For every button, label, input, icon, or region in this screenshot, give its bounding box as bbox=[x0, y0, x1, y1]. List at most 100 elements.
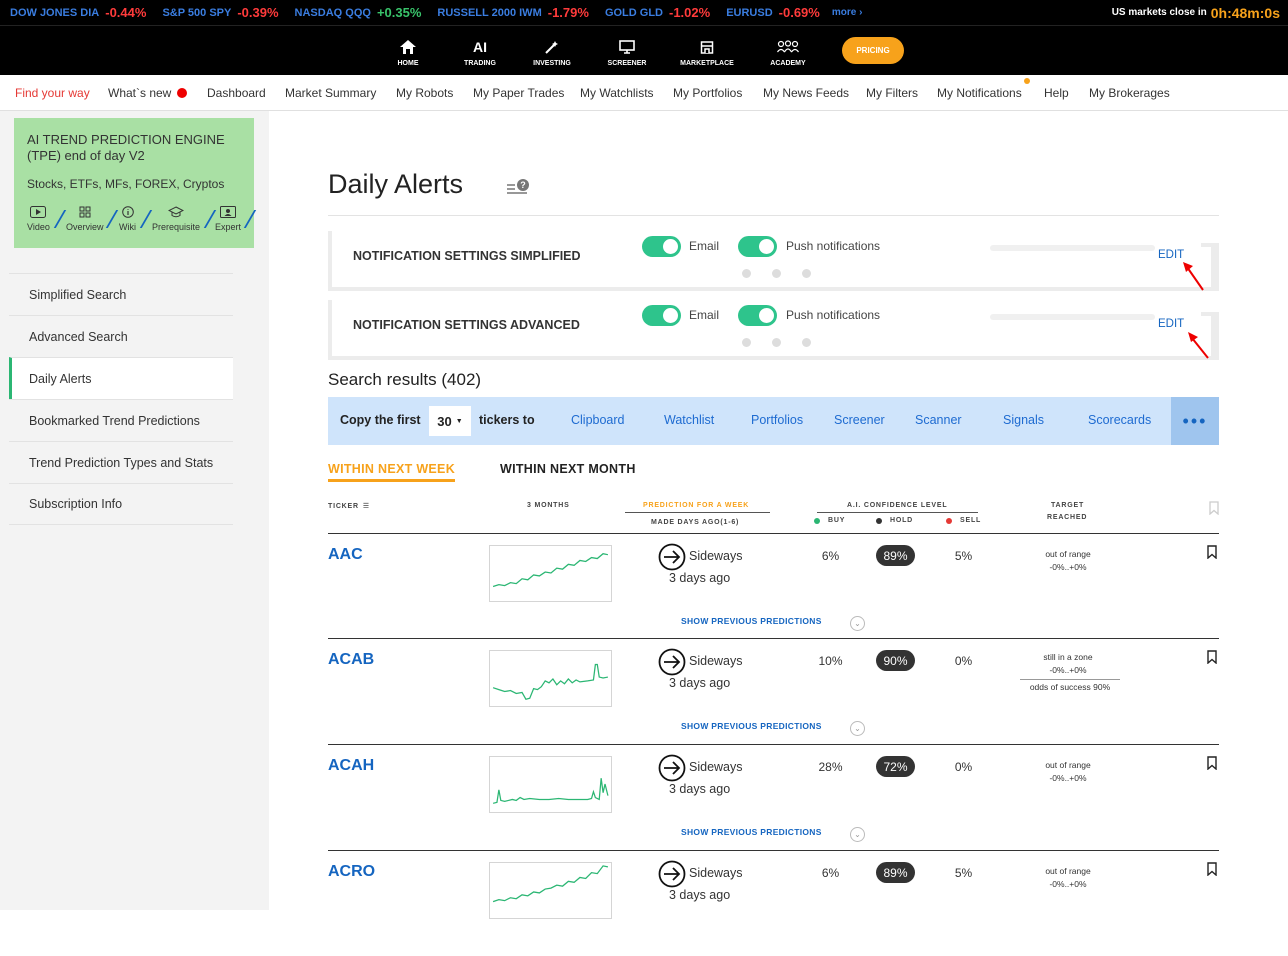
carousel-dot[interactable] bbox=[742, 269, 751, 278]
ticker-item-gold[interactable]: GOLD GLD -1.02% bbox=[605, 5, 710, 20]
bookmark-icon[interactable] bbox=[1207, 650, 1217, 664]
home-icon bbox=[400, 36, 416, 58]
nav-trading[interactable]: AI TRADING bbox=[445, 26, 515, 76]
prediction-direction: Sideways bbox=[689, 760, 743, 774]
sparkline-chart[interactable] bbox=[489, 650, 612, 707]
copy-to-watchlist-link[interactable]: Watchlist bbox=[664, 413, 714, 427]
subnav-my-filters[interactable]: My Filters bbox=[866, 76, 918, 110]
more-options-button[interactable]: ••• bbox=[1171, 397, 1219, 445]
carousel-dot[interactable] bbox=[742, 338, 751, 347]
ticker-symbol-link[interactable]: ACRO bbox=[328, 863, 375, 881]
ticker-symbol-link[interactable]: AAC bbox=[328, 546, 363, 564]
pricing-button[interactable]: PRICING bbox=[842, 37, 904, 64]
ticker-item-sp500[interactable]: S&P 500 SPY -0.39% bbox=[162, 5, 278, 20]
sort-icon: ☰ bbox=[362, 503, 370, 510]
hold-confidence-badge: 89% bbox=[876, 862, 915, 883]
subnav-help[interactable]: Help bbox=[1044, 76, 1069, 110]
sideways-arrow-icon bbox=[658, 648, 686, 676]
bookmark-header-icon[interactable] bbox=[1209, 501, 1219, 515]
bookmark-icon[interactable] bbox=[1207, 862, 1217, 876]
nav-screener[interactable]: SCREENER bbox=[592, 26, 662, 76]
column-header-ticker[interactable]: TICKER ☰ bbox=[328, 502, 370, 510]
ticker-item-russell[interactable]: RUSSELL 2000 IWM -1.79% bbox=[437, 5, 589, 20]
ticker-change: -0.44% bbox=[105, 5, 147, 20]
email-toggle[interactable] bbox=[642, 236, 681, 257]
subnav-my-portfolios[interactable]: My Portfolios bbox=[673, 76, 742, 110]
sidebar-item-subscription-info[interactable]: Subscription Info bbox=[9, 483, 233, 525]
promo-link-prerequisite[interactable]: Prerequisite bbox=[152, 206, 200, 232]
copy-to-scorecards-link[interactable]: Scorecards bbox=[1088, 413, 1151, 427]
sidebar-item-daily-alerts[interactable]: Daily Alerts bbox=[9, 357, 233, 399]
subnav-whats-new[interactable]: What`s new bbox=[108, 76, 188, 110]
copy-to-clipboard-link[interactable]: Clipboard bbox=[571, 413, 625, 427]
subnav-my-brokerages[interactable]: My Brokerages bbox=[1089, 76, 1170, 110]
sideways-arrow-icon bbox=[658, 543, 686, 571]
main-nav: HOME AI TRADING INVESTING SCREENER MARKE… bbox=[0, 25, 1288, 75]
ticker-count-select[interactable]: 30 ▼ bbox=[429, 406, 471, 436]
sidebar-item-simplified-search[interactable]: Simplified Search bbox=[9, 273, 233, 315]
promo-link-overview-label: Overview bbox=[66, 222, 104, 232]
subnav-market-summary[interactable]: Market Summary bbox=[285, 76, 376, 110]
help-list-icon[interactable]: ? bbox=[507, 177, 531, 197]
nav-marketplace[interactable]: MARKETPLACE bbox=[672, 26, 742, 76]
edit-advanced-button[interactable]: EDIT bbox=[1158, 318, 1184, 330]
sparkline-chart[interactable] bbox=[489, 756, 612, 813]
promo-link-overview[interactable]: Overview bbox=[66, 206, 104, 232]
notification-indicator-dot bbox=[1023, 78, 1030, 84]
tpe-promo-card[interactable]: AI TREND PREDICTION ENGINE (TPE) end of … bbox=[14, 118, 257, 248]
prediction-made-ago: 3 days ago bbox=[669, 888, 731, 902]
nav-investing[interactable]: INVESTING bbox=[517, 26, 587, 76]
email-toggle[interactable] bbox=[642, 305, 681, 326]
promo-link-expert[interactable]: Expert bbox=[215, 206, 241, 232]
ticker-symbol-link[interactable]: ACAH bbox=[328, 757, 374, 775]
red-arrow-icon bbox=[1183, 262, 1204, 291]
ticker-item-eurusd[interactable]: EURUSD -0.69% bbox=[726, 5, 820, 20]
subnav-dashboard[interactable]: Dashboard bbox=[207, 76, 266, 110]
push-notifications-toggle[interactable] bbox=[738, 236, 777, 257]
sidebar-item-bookmarked[interactable]: Bookmarked Trend Predictions bbox=[9, 399, 233, 441]
copy-to-scanner-link[interactable]: Scanner bbox=[915, 413, 962, 427]
sparkline-chart[interactable] bbox=[489, 545, 612, 602]
legend-sell: SELL bbox=[946, 517, 981, 524]
chevron-down-icon[interactable]: ⌄ bbox=[850, 827, 865, 842]
subnav-my-news-feeds[interactable]: My News Feeds bbox=[763, 76, 849, 110]
sparkline-chart[interactable] bbox=[489, 862, 612, 919]
promo-link-wiki[interactable]: Wiki bbox=[119, 206, 136, 232]
ticker-symbol-link[interactable]: ACAB bbox=[328, 651, 374, 669]
copy-to-signals-link[interactable]: Signals bbox=[1003, 413, 1044, 427]
tab-within-next-week[interactable]: WITHIN NEXT WEEK bbox=[328, 462, 456, 482]
chevron-down-icon[interactable]: ⌄ bbox=[850, 721, 865, 736]
copy-to-screener-link[interactable]: Screener bbox=[834, 413, 885, 427]
nav-home[interactable]: HOME bbox=[373, 26, 443, 76]
push-notifications-toggle[interactable] bbox=[738, 305, 777, 326]
nav-academy[interactable]: ACADEMY bbox=[753, 26, 823, 76]
ticker-more-link[interactable]: more › bbox=[832, 7, 863, 18]
chevron-down-icon[interactable]: ⌄ bbox=[850, 616, 865, 631]
carousel-dot[interactable] bbox=[802, 338, 811, 347]
copy-to-portfolios-link[interactable]: Portfolios bbox=[751, 413, 803, 427]
ticker-item-dow[interactable]: DOW JONES DIA -0.44% bbox=[10, 5, 146, 20]
promo-link-video[interactable]: Video bbox=[27, 206, 50, 232]
divider bbox=[625, 512, 770, 513]
carousel-dot[interactable] bbox=[772, 338, 781, 347]
ticker-item-nasdaq[interactable]: NASDAQ QQQ +0.35% bbox=[295, 5, 422, 20]
show-previous-predictions-link[interactable]: SHOW PREVIOUS PREDICTIONS bbox=[681, 616, 822, 626]
target-status: still in a zone bbox=[1043, 652, 1093, 662]
carousel-dot[interactable] bbox=[772, 269, 781, 278]
subnav-my-paper-trades[interactable]: My Paper Trades bbox=[473, 76, 564, 110]
sidebar-item-types-stats[interactable]: Trend Prediction Types and Stats bbox=[9, 441, 233, 483]
subnav-my-notifications[interactable]: My Notifications bbox=[937, 76, 1030, 110]
show-previous-predictions-link[interactable]: SHOW PREVIOUS PREDICTIONS bbox=[681, 721, 822, 731]
expert-video-icon bbox=[220, 206, 236, 222]
ai-icon: AI bbox=[473, 38, 487, 55]
subnav-find-your-way[interactable]: Find your way bbox=[15, 76, 90, 110]
carousel-dot[interactable] bbox=[802, 269, 811, 278]
bookmark-icon[interactable] bbox=[1207, 756, 1217, 770]
ticker-change: -1.79% bbox=[547, 5, 589, 20]
subnav-my-watchlists[interactable]: My Watchlists bbox=[580, 76, 654, 110]
tab-within-next-month[interactable]: WITHIN NEXT MONTH bbox=[500, 462, 636, 476]
subnav-my-robots[interactable]: My Robots bbox=[396, 76, 453, 110]
sidebar-item-advanced-search[interactable]: Advanced Search bbox=[9, 315, 233, 357]
show-previous-predictions-link[interactable]: SHOW PREVIOUS PREDICTIONS bbox=[681, 827, 822, 837]
bookmark-icon[interactable] bbox=[1207, 545, 1217, 559]
